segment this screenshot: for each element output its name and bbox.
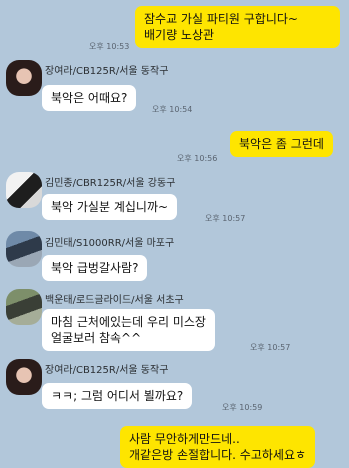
sender-name: 장여라/CB125R/서울 동작구 [45, 66, 169, 77]
profile-avatar[interactable] [6, 172, 42, 208]
sender-name: 장여라/CB125R/서울 동작구 [45, 365, 169, 376]
message-time: 오후 10:57 [205, 214, 246, 223]
message-time: 오후 10:57 [250, 343, 291, 352]
message-text: 북악 급벙갈사람? [51, 261, 139, 275]
message-text: ㅋㅋ; 그럼 어디서 뵐까요? [51, 389, 184, 403]
message-line: 잠수교 가실 파티원 구합니다~ [144, 12, 298, 26]
message-line: 얼굴보러 참속^^ [51, 331, 142, 345]
profile-avatar[interactable] [6, 289, 42, 325]
message-bubble[interactable]: 북악 가실분 계십니까~ [42, 194, 178, 220]
message-text: 북악 가실분 계십니까~ [51, 200, 169, 214]
message-text: 북악은 좀 그런데 [239, 137, 324, 151]
my-message-bubble[interactable]: 북악은 좀 그런데 [230, 131, 333, 157]
message-line: 개같은방 손절합니다. 수고하세요ㅎ [129, 448, 307, 462]
message-bubble[interactable]: 북악 급벙갈사람? [42, 255, 148, 281]
sender-name: 김민종/CBR125R/서울 강동구 [45, 178, 176, 189]
my-message-bubble[interactable]: 사람 무안하게만드네.. 개같은방 손절합니다. 수고하세요ㅎ [120, 426, 316, 468]
message-bubble[interactable]: 마침 근처에있는데 우리 미스장 얼굴보러 참속^^ [42, 309, 215, 351]
message-text: 북악은 어때요? [51, 91, 128, 105]
message-bubble[interactable]: ㅋㅋ; 그럼 어디서 뵐까요? [42, 383, 193, 409]
message-line: 배기량 노상관 [144, 28, 215, 42]
my-message-bubble[interactable]: 잠수교 가실 파티원 구합니다~ 배기량 노상관 [135, 6, 340, 48]
chat-room: 잠수교 가실 파티원 구합니다~ 배기량 노상관 오후 10:53 장여라/CB… [0, 0, 349, 468]
profile-avatar[interactable] [6, 231, 42, 267]
sender-name: 김민태/S1000RR/서울 마포구 [45, 238, 175, 249]
profile-avatar[interactable] [6, 60, 42, 96]
message-time: 오후 10:54 [152, 105, 193, 114]
message-line: 사람 무안하게만드네.. [129, 432, 240, 446]
message-bubble[interactable]: 북악은 어때요? [42, 85, 137, 111]
profile-avatar[interactable] [6, 359, 42, 395]
message-time: 오후 10:53 [89, 42, 130, 51]
message-time: 오후 10:56 [177, 154, 218, 163]
message-time: 오후 10:59 [222, 403, 263, 412]
sender-name: 백운태/로드글라이드/서울 서초구 [45, 295, 184, 306]
message-line: 마침 근처에있는데 우리 미스장 [51, 315, 206, 329]
